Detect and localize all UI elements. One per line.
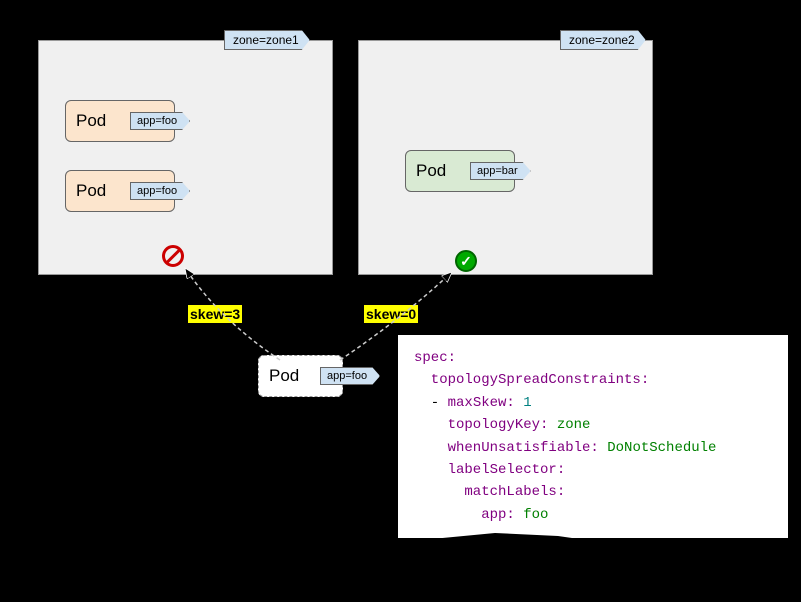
pod-bar-app: app=bar xyxy=(470,162,531,180)
pod-foo-1-app: app=foo xyxy=(130,112,190,130)
pod-label: Pod xyxy=(76,181,106,201)
pod-label: Pod xyxy=(76,111,106,131)
pod-label: Pod xyxy=(269,366,299,386)
pod-foo-2-app: app=foo xyxy=(130,182,190,200)
zone1-box xyxy=(38,40,333,275)
zone2-label: zone=zone2 xyxy=(560,30,646,50)
skew-zone2: skew=0 xyxy=(364,305,418,323)
blocked-icon xyxy=(162,245,184,267)
yaml-spec: spec: topologySpreadConstraints: - maxSk… xyxy=(398,335,788,538)
allowed-icon xyxy=(455,250,477,272)
zone1-label: zone=zone1 xyxy=(224,30,310,50)
pod-new-app: app=foo xyxy=(320,367,380,385)
skew-zone1: skew=3 xyxy=(188,305,242,323)
pod-label: Pod xyxy=(416,161,446,181)
